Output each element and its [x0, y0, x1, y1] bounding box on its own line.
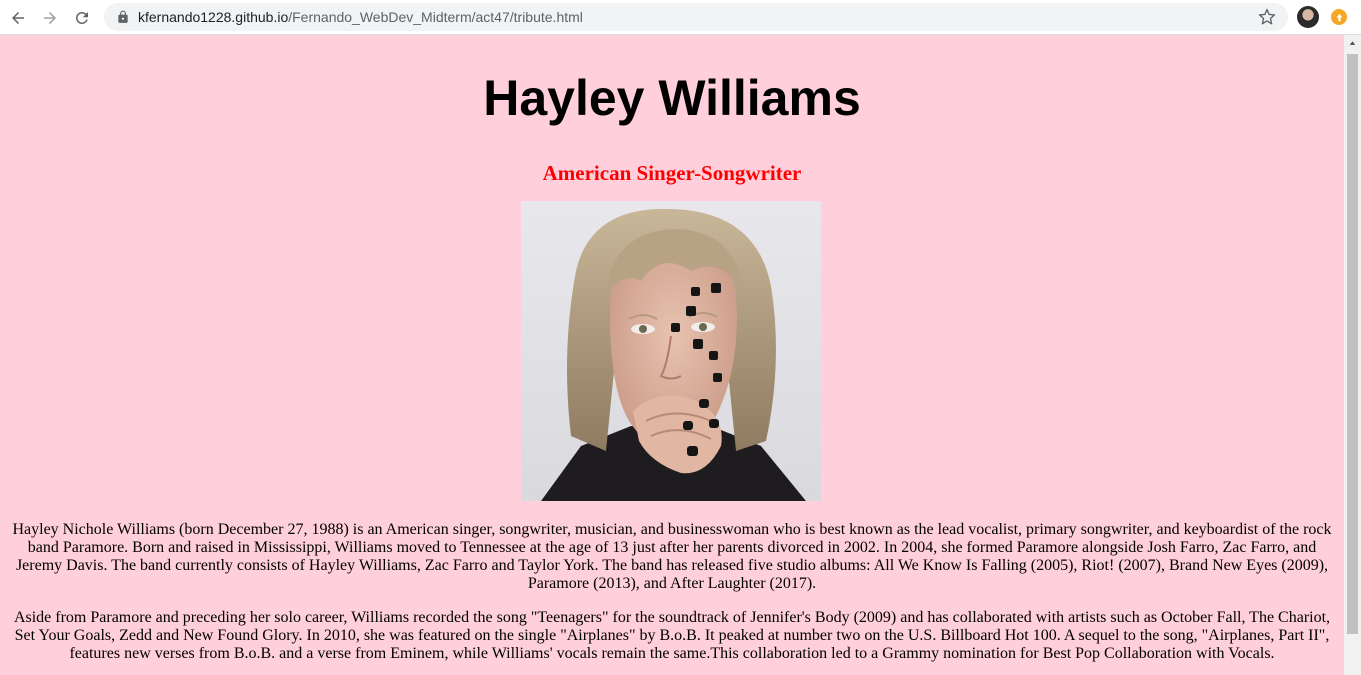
- bio-paragraph: Hayley Nichole Williams (born December 2…: [12, 521, 1332, 592]
- reload-icon[interactable]: [70, 6, 94, 30]
- back-arrow-icon[interactable]: [6, 6, 30, 30]
- lock-icon[interactable]: [116, 10, 130, 24]
- address-bar[interactable]: kfernando1228.github.io/Fernando_WebDev_…: [104, 3, 1288, 31]
- extension-icon[interactable]: [1331, 9, 1347, 25]
- vertical-scrollbar[interactable]: [1344, 35, 1361, 675]
- browser-toolbar: kfernando1228.github.io/Fernando_WebDev_…: [0, 0, 1361, 35]
- star-icon[interactable]: [1258, 8, 1276, 26]
- scroll-up-arrow-icon[interactable]: [1344, 35, 1361, 52]
- portrait-image: [521, 201, 821, 501]
- page-subtitle: American Singer-Songwriter: [542, 161, 802, 185]
- page-title: Hayley Williams: [483, 70, 861, 126]
- tribute-page: Hayley Williams American Singer-Songwrit…: [0, 35, 1344, 675]
- bio-paragraph: Aside from Paramore and preceding her so…: [13, 609, 1331, 662]
- forward-arrow-icon[interactable]: [38, 6, 62, 30]
- profile-avatar[interactable]: [1297, 6, 1319, 28]
- scrollbar-thumb[interactable]: [1347, 54, 1358, 634]
- url-host: kfernando1228.github.io: [138, 9, 289, 25]
- url-text[interactable]: kfernando1228.github.io/Fernando_WebDev_…: [138, 8, 583, 26]
- url-path: /Fernando_WebDev_Midterm/act47/tribute.h…: [288, 9, 583, 25]
